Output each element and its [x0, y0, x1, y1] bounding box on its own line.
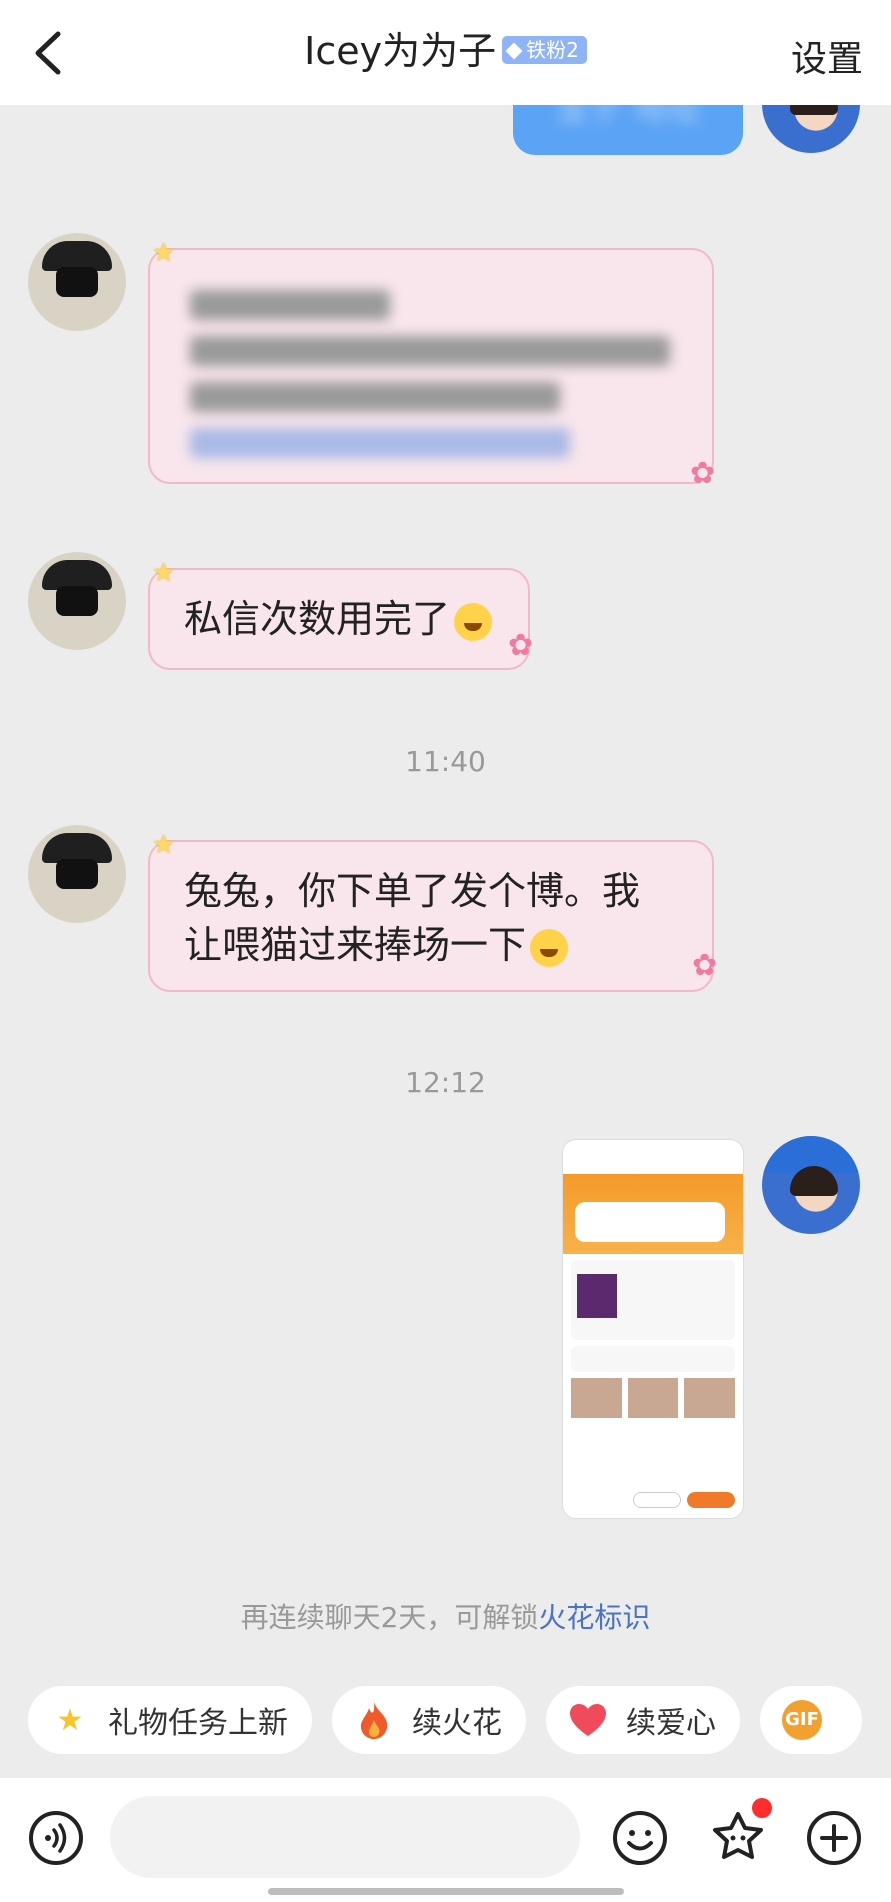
screenshot-buttons — [633, 1492, 735, 1508]
message-text: 私信次数用完了 — [184, 597, 451, 641]
streak-hint-text: 再连续聊天2天，可解锁 — [240, 1601, 539, 1634]
blurred-message-bubble[interactable] — [148, 248, 714, 484]
screenshot-header — [563, 1174, 743, 1254]
blur-line — [190, 336, 670, 366]
chat-title: Icey为为子 — [304, 29, 497, 73]
page-title: Icey为为子 铁粉2 — [0, 26, 891, 76]
streak-hint: 再连续聊天2天，可解锁火花标识 — [0, 1596, 891, 1636]
plus-icon — [807, 1811, 861, 1865]
keep-love-chip[interactable]: 续爱心 — [546, 1686, 740, 1754]
star-icon: ★ — [56, 1702, 84, 1738]
blur-line — [190, 382, 560, 412]
chip-label: 礼物任务上新 — [108, 1706, 288, 1741]
message-text-line2: 让喂猫过来捧场一下 — [184, 923, 527, 967]
chip-label: 续火花 — [412, 1706, 502, 1741]
order-screenshot-image[interactable] — [562, 1139, 744, 1519]
bow-decoration-icon: ✿ — [690, 456, 716, 491]
screenshot-section — [571, 1346, 735, 1372]
blur-line — [190, 428, 570, 458]
spark-badge-link[interactable]: 火花标识 — [538, 1601, 650, 1634]
laughing-emoji-icon — [454, 602, 493, 641]
my-avatar[interactable] — [762, 1136, 860, 1234]
fire-icon — [354, 1700, 394, 1740]
diamond-icon — [505, 42, 523, 60]
message-bubble[interactable]: 私信次数用完了 — [148, 568, 530, 670]
emoji-icon — [613, 1811, 667, 1865]
voice-icon — [29, 1811, 83, 1865]
star-decoration-icon: ★ — [152, 558, 176, 588]
fan-badge: 铁粉2 — [502, 35, 587, 64]
heart-icon — [568, 1700, 608, 1740]
voice-button[interactable] — [28, 1810, 84, 1866]
blurred-address-content — [190, 290, 672, 458]
settings-button[interactable]: 设置 — [791, 30, 863, 82]
notification-dot — [752, 1798, 772, 1818]
message-text-line1: 兔兔，你下单了发个博。我 — [184, 869, 641, 913]
screenshot-product-grid — [571, 1378, 736, 1418]
message-input[interactable] — [110, 1796, 580, 1878]
contact-avatar[interactable] — [28, 825, 126, 923]
input-bar — [0, 1778, 891, 1902]
screenshot-primary-button — [687, 1492, 735, 1508]
timestamp: 11:40 — [405, 745, 486, 778]
gif-chip[interactable]: GIF — [760, 1686, 862, 1754]
quick-action-chips: ★ 礼物任务上新 续火花 续爱心 GIF — [28, 1686, 862, 1754]
emoji-button[interactable] — [612, 1810, 668, 1866]
screenshot-button — [633, 1492, 681, 1508]
message-bubble[interactable]: 兔兔，你下单了发个博。我 让喂猫过来捧场一下 — [148, 840, 714, 992]
shy-emoji-icon — [530, 928, 569, 967]
bow-decoration-icon: ✿ — [508, 628, 534, 663]
blur-line — [190, 290, 390, 320]
screenshot-address-box — [575, 1202, 725, 1242]
home-indicator — [268, 1888, 624, 1895]
chip-label: 续爱心 — [626, 1706, 716, 1741]
contact-avatar[interactable] — [28, 233, 126, 331]
gift-task-chip[interactable]: ★ 礼物任务上新 — [28, 1686, 312, 1754]
star-decoration-icon: ★ — [152, 238, 176, 268]
keep-spark-chip[interactable]: 续火花 — [332, 1686, 526, 1754]
more-button[interactable] — [806, 1810, 862, 1866]
star-decoration-icon: ★ — [152, 830, 176, 860]
contact-avatar[interactable] — [28, 552, 126, 650]
screenshot-product-card — [571, 1260, 735, 1340]
screenshot-title-bar — [563, 1160, 743, 1174]
gif-icon: GIF — [782, 1700, 822, 1740]
bow-decoration-icon: ✿ — [692, 948, 718, 983]
screenshot-status-bar — [563, 1140, 743, 1160]
timestamp: 12:12 — [405, 1066, 486, 1099]
chat-header: Icey为为子 铁粉2 设置 — [0, 0, 891, 105]
screenshot-product-image — [577, 1274, 617, 1318]
